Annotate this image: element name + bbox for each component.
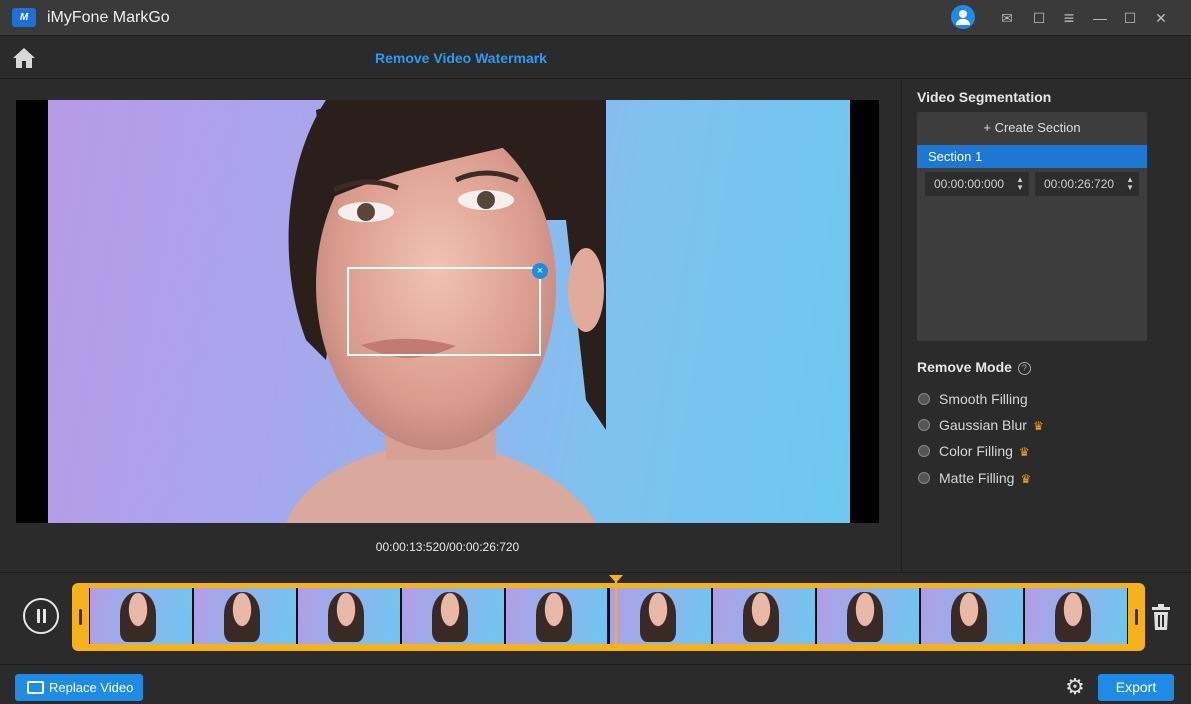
end-time-value: 00:00:26:720 [1044,177,1115,191]
maximize-icon[interactable]: ☐ [1120,8,1140,28]
crown-icon: ♛ [1020,472,1032,486]
timeline-thumbnail [609,588,712,644]
export-button[interactable]: Export [1098,674,1174,701]
title-bar: M iMyFone MarkGo ✉ ☐ ≡ — ☐ ✕ [0,0,1191,36]
remove-mode-label: Remove Mode [917,359,1012,375]
radio-icon[interactable] [918,393,930,405]
app-title: iMyFone MarkGo [47,9,170,26]
mode-label: Gaussian Blur [939,417,1027,433]
app-logo-icon: M [12,8,36,27]
mode-label: Color Filling [939,443,1013,459]
timeline-thumbnail [401,588,504,644]
timeline-thumbnail [90,588,192,644]
start-time-value: 00:00:00:000 [934,177,1005,191]
trash-icon[interactable] [1150,603,1172,631]
create-section-button[interactable]: + Create Section [917,112,1147,144]
mode-option-matte-filling[interactable]: Matte Filling ♛ [918,468,1031,488]
radio-icon[interactable] [918,445,930,457]
section-start-time-input[interactable]: 00:00:00:000 ▲ ▼ [925,172,1029,196]
image-icon [27,681,44,694]
radio-icon[interactable] [918,419,930,431]
settings-panel: Video Segmentation + Create Section Sect… [902,80,1191,572]
mode-label: Matte Filling [939,470,1015,486]
chat-icon[interactable]: ☐ [1029,8,1049,28]
crown-icon: ♛ [1018,445,1030,459]
page-title: Remove Video Watermark [375,50,547,66]
timeline-thumbnail [505,588,608,644]
mode-option-gaussian-blur[interactable]: Gaussian Blur ♛ [918,415,1044,435]
watermark-selection-box[interactable] [347,267,541,356]
range-end-handle[interactable] [1135,609,1138,625]
menu-icon[interactable]: ≡ [1059,8,1079,28]
toolbar: Remove Video Watermark [0,37,1191,79]
replace-video-label: Replace Video [49,680,134,695]
playback-timecode: 00:00:13:520/00:00:26:720 [375,540,520,554]
timeline-thumbnail [817,588,920,644]
gear-icon[interactable]: ⚙ [1064,676,1086,698]
timeline-thumbnail [921,588,1024,644]
playhead[interactable] [608,575,623,649]
end-time-stepper-icon[interactable]: ▲ ▼ [1126,176,1134,192]
minimize-icon[interactable]: — [1090,8,1110,28]
timeline-thumbnail [193,588,296,644]
timeline-thumbnail [713,588,816,644]
segmentation-panel: + Create Section Section 1 00:00:00:000 … [917,112,1147,341]
timeline-thumbnail [1025,588,1127,644]
mode-option-color-filling[interactable]: Color Filling ♛ [918,441,1030,461]
crown-icon: ♛ [1032,419,1044,433]
remove-selection-button[interactable]: × [532,263,548,279]
segmentation-heading: Video Segmentation [917,89,1052,105]
range-start-handle[interactable] [79,609,82,625]
mail-icon[interactable]: ✉ [997,8,1017,28]
mode-option-smooth-filling[interactable]: Smooth Filling [918,389,1028,409]
section-end-time-input[interactable]: 00:00:26:720 ▲ ▼ [1035,172,1139,196]
radio-icon[interactable] [918,472,930,484]
user-icon[interactable] [951,5,975,29]
preview-area: × 00:00:13:520/00:00:26:720 [0,80,901,572]
bottom-bar: Replace Video ⚙ Export [0,664,1191,704]
timeline-range-frame[interactable] [72,583,1145,651]
section-item[interactable]: Section 1 [917,145,1147,168]
home-icon[interactable] [12,47,36,69]
mode-label: Smooth Filling [939,391,1028,407]
timeline [0,572,1191,664]
start-time-stepper-icon[interactable]: ▲ ▼ [1016,176,1024,192]
close-icon[interactable]: ✕ [1151,8,1171,28]
play-pause-button[interactable] [23,598,59,634]
remove-mode-heading: Remove Mode? [917,359,1031,375]
replace-video-button[interactable]: Replace Video [15,674,143,701]
timeline-thumbnail [297,588,400,644]
help-icon[interactable]: ? [1017,362,1031,375]
thumbnail-strip[interactable] [89,588,1128,644]
